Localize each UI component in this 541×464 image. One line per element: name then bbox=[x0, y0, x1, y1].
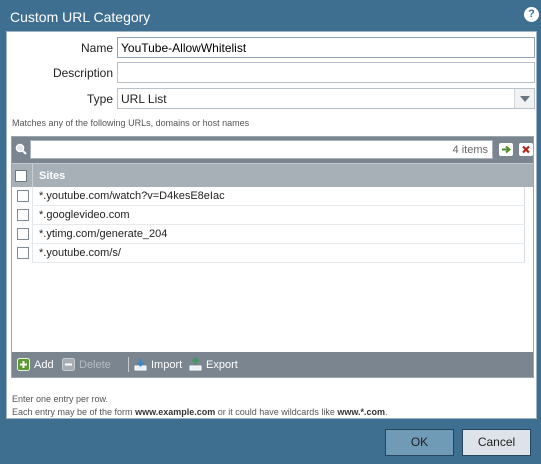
matches-hint: Matches any of the following URLs, domai… bbox=[12, 118, 250, 128]
dialog-titlebar: Custom URL Category ? bbox=[0, 0, 541, 32]
site-cell[interactable]: *.ytimg.com/generate_204 bbox=[39, 228, 167, 240]
apply-filter-button[interactable] bbox=[499, 143, 513, 156]
row-divider bbox=[32, 206, 33, 225]
chevron-down-icon[interactable] bbox=[514, 89, 534, 108]
close-icon bbox=[522, 145, 530, 154]
add-label: Add bbox=[34, 359, 54, 371]
type-label: Type bbox=[86, 92, 113, 106]
table-row[interactable]: *.youtube.com/s/ bbox=[12, 244, 533, 263]
note-example: www.*.com bbox=[337, 407, 386, 417]
grid-toolbar: 4 items bbox=[12, 137, 533, 163]
description-input[interactable] bbox=[117, 62, 535, 83]
row-checkbox[interactable] bbox=[17, 209, 29, 221]
description-label: Description bbox=[52, 66, 113, 80]
grid-search-input[interactable]: 4 items bbox=[30, 140, 493, 159]
row-divider bbox=[32, 187, 33, 206]
cancel-button[interactable]: Cancel bbox=[462, 429, 531, 456]
row-divider bbox=[524, 206, 525, 225]
sites-grid: 4 items Sites *.youtube.com/watch?v=D4ke… bbox=[11, 136, 534, 378]
site-cell[interactable]: *.youtube.com/watch?v=D4kesE8eIac bbox=[39, 190, 225, 202]
note-text: . bbox=[385, 407, 388, 417]
sites-column-header[interactable]: Sites bbox=[39, 170, 65, 182]
export-icon bbox=[189, 358, 202, 371]
select-all-checkbox[interactable] bbox=[15, 170, 27, 182]
item-count: 4 items bbox=[452, 144, 488, 156]
grid-rows: *.youtube.com/watch?v=D4kesE8eIac *.goog… bbox=[12, 187, 533, 263]
header-divider bbox=[32, 164, 33, 188]
plus-icon bbox=[17, 358, 30, 371]
export-label: Export bbox=[206, 359, 238, 371]
table-row[interactable]: *.googlevideo.com bbox=[12, 206, 533, 225]
search-icon bbox=[15, 143, 27, 155]
note-example: www.example.com bbox=[135, 407, 216, 417]
dialog-body: Name YouTube-AllowWhitelist Description … bbox=[6, 31, 537, 419]
row-divider bbox=[524, 225, 525, 244]
clear-filter-button[interactable] bbox=[519, 143, 533, 156]
note-line-2: Each entry may be of the form www.exampl… bbox=[12, 406, 388, 419]
name-label: Name bbox=[80, 41, 113, 55]
import-icon bbox=[134, 359, 147, 371]
grid-header: Sites bbox=[12, 163, 533, 188]
table-row[interactable]: *.ytimg.com/generate_204 bbox=[12, 225, 533, 244]
type-select-value: URL List bbox=[121, 92, 167, 106]
row-divider bbox=[32, 244, 33, 263]
dialog-title: Custom URL Category bbox=[10, 9, 151, 25]
row-checkbox[interactable] bbox=[17, 190, 29, 202]
row-divider bbox=[524, 187, 525, 206]
arrow-right-icon bbox=[502, 145, 512, 154]
site-cell[interactable]: *.googlevideo.com bbox=[39, 209, 130, 221]
name-row: Name YouTube-AllowWhitelist bbox=[7, 37, 536, 59]
delete-label: Delete bbox=[79, 359, 111, 371]
import-label: Import bbox=[151, 359, 183, 371]
type-row: Type URL List bbox=[7, 88, 536, 110]
help-icon[interactable]: ? bbox=[524, 7, 539, 22]
row-checkbox[interactable] bbox=[17, 228, 29, 240]
custom-url-category-dialog: Custom URL Category ? Name YouTube-Allow… bbox=[0, 0, 541, 464]
description-row: Description bbox=[7, 62, 536, 84]
toolbar-divider bbox=[128, 357, 129, 372]
note-text: or it could have wildcards like bbox=[215, 407, 338, 417]
note-line-1: Enter one entry per row. bbox=[12, 394, 109, 404]
note-text: Each entry may be of the form bbox=[12, 407, 136, 417]
grid-actions-bar: Add Delete Import Export bbox=[12, 352, 533, 377]
minus-icon bbox=[62, 358, 75, 371]
site-cell[interactable]: *.youtube.com/s/ bbox=[39, 247, 121, 259]
row-divider bbox=[524, 244, 525, 263]
table-row[interactable]: *.youtube.com/watch?v=D4kesE8eIac bbox=[12, 187, 533, 206]
row-checkbox[interactable] bbox=[17, 247, 29, 259]
name-input[interactable]: YouTube-AllowWhitelist bbox=[117, 37, 535, 58]
row-divider bbox=[32, 225, 33, 244]
entry-notes: Enter one entry per row. Each entry may … bbox=[12, 393, 388, 419]
ok-button[interactable]: OK bbox=[385, 429, 454, 456]
type-select[interactable]: URL List bbox=[117, 88, 535, 109]
row-divider bbox=[32, 262, 525, 263]
